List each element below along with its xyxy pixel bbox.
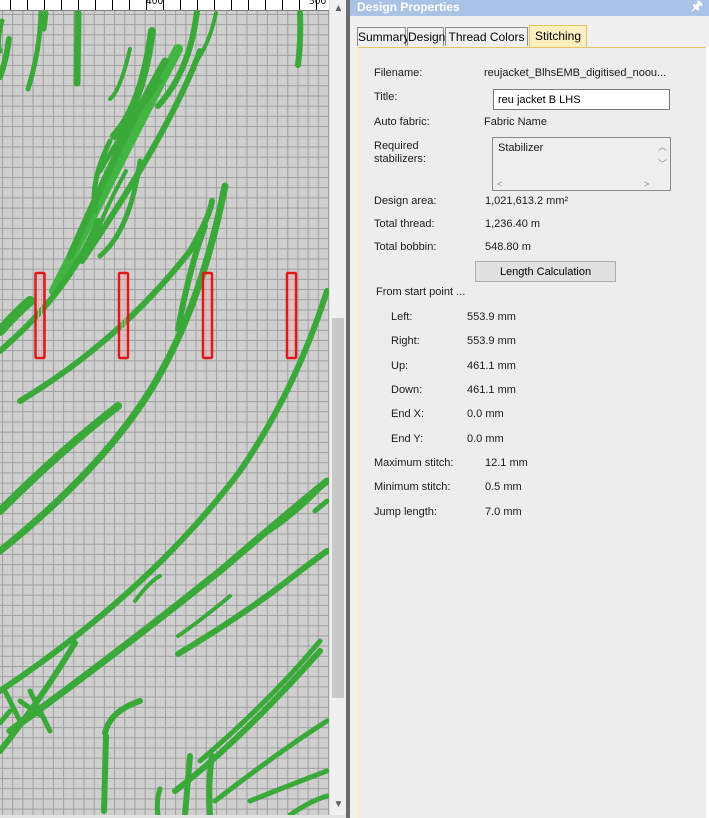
stitch-path — [0, 288, 329, 694]
stitch-path — [247, 768, 329, 804]
selected-object — [285, 271, 298, 360]
stitch-path — [312, 498, 329, 514]
end-x-label: End X: — [391, 408, 425, 420]
stitch-path — [0, 708, 13, 726]
stitch-path — [73, 11, 82, 87]
stitch-path — [154, 786, 163, 815]
chevron-up-icon[interactable]: ︿ — [658, 140, 667, 153]
ruler-tick — [231, 0, 232, 10]
ruler-tick — [27, 0, 28, 10]
end-y-value: 0.0 mm — [467, 433, 504, 445]
ruler-label: 400 — [146, 0, 164, 7]
required-stabilizers-label-line2: stabilizers: — [374, 153, 426, 165]
scroll-up-arrow-icon[interactable]: ▲ — [330, 0, 347, 17]
up-label: Up: — [391, 360, 409, 372]
ruler-tick — [10, 0, 11, 10]
ruler-tick — [282, 0, 283, 10]
chevron-right-icon[interactable]: > — [644, 179, 649, 189]
stitch-path — [102, 698, 143, 736]
total-bobbin-label: Total bobbin: — [374, 241, 437, 253]
end-y-label: End Y: — [391, 433, 424, 445]
right-value: 553.9 mm — [467, 335, 516, 347]
stitch-path — [0, 36, 12, 80]
design-properties-panel: Design Properties 🖈 Summary Design Threa… — [350, 0, 709, 818]
chevron-down-icon[interactable]: ﹀ — [658, 157, 667, 170]
design-canvas[interactable]: 400 500 ▲ ▼ — [0, 0, 348, 818]
embroidery-design[interactable] — [0, 11, 329, 815]
from-start-point-heading: From start point ... — [376, 286, 466, 298]
ruler-tick — [95, 0, 96, 10]
tab-summary[interactable]: Summary — [357, 27, 409, 46]
pin-icon[interactable]: 🖈 — [691, 0, 703, 13]
minimum-stitch-value: 0.5 mm — [485, 481, 522, 493]
tab-design[interactable]: Design — [407, 27, 445, 46]
horizontal-ruler: 400 500 — [0, 0, 329, 11]
ruler-tick — [61, 0, 62, 10]
maximum-stitch-value: 12.1 mm — [485, 457, 528, 469]
end-x-value: 0.0 mm — [467, 408, 504, 420]
stitch-path — [108, 47, 132, 101]
ruler-tick — [129, 0, 130, 10]
ruler-tick — [265, 0, 266, 10]
stitching-tab-content: Filename: reujacket_BlhsEMB_digitised_no… — [357, 47, 709, 818]
stitch-path — [0, 18, 5, 54]
required-stabilizers-label-line1: Required — [374, 140, 419, 152]
total-thread-value: 1,236.40 m — [485, 218, 541, 230]
design-area-value: 1,021,613.2 mm² — [485, 195, 569, 207]
ruler-tick — [112, 0, 113, 10]
minimum-stitch-label: Minimum stitch: — [374, 481, 451, 493]
stitch-path — [175, 548, 329, 657]
stitch-path — [101, 733, 109, 814]
tab-thread-colors[interactable]: Thread Colors — [445, 27, 528, 46]
ruler-tick — [299, 0, 300, 10]
chevron-left-icon[interactable]: < — [497, 179, 502, 189]
stitch-path — [295, 11, 304, 68]
auto-fabric-value: Fabric Name — [484, 116, 547, 128]
down-label: Down: — [391, 384, 423, 396]
selected-object — [117, 271, 130, 360]
stitch-path — [0, 640, 78, 754]
ruler-tick — [197, 0, 198, 10]
title-label: Title: — [374, 91, 398, 103]
tab-strip: Summary Design Thread Colors Stitching — [357, 25, 709, 47]
total-bobbin-value: 548.80 m — [485, 241, 531, 253]
stitch-path — [25, 11, 44, 92]
scroll-thumb[interactable] — [332, 318, 344, 698]
selected-object — [201, 271, 214, 360]
title-field[interactable] — [493, 89, 670, 110]
left-label: Left: — [391, 311, 413, 323]
stitch-path — [97, 78, 163, 174]
ruler-tick — [44, 0, 45, 10]
down-value: 461.1 mm — [467, 384, 516, 396]
panel-title: Design Properties — [357, 0, 460, 14]
ruler-tick — [248, 0, 249, 10]
jump-length-label: Jump length: — [374, 506, 437, 518]
stitch-path — [197, 638, 323, 764]
maximum-stitch-label: Maximum stitch: — [374, 457, 454, 469]
tab-stitching[interactable]: Stitching — [529, 25, 587, 47]
ruler-label: 500 — [309, 0, 327, 7]
scroll-down-arrow-icon[interactable]: ▼ — [330, 796, 347, 813]
stabilizer-item[interactable]: Stabilizer — [498, 142, 543, 154]
ruler-tick — [180, 0, 181, 10]
total-thread-label: Total thread: — [374, 218, 435, 230]
stitch-path — [287, 793, 329, 815]
selection-group — [34, 271, 298, 360]
filename-value: reujacket_BlhsEMB_digitised_noou... — [484, 67, 667, 79]
left-value: 553.9 mm — [467, 311, 516, 323]
jump-length-value: 7.0 mm — [485, 506, 522, 518]
stabilizer-list[interactable]: Stabilizer ︿ ﹀ < > — [492, 137, 671, 191]
design-area-label: Design area: — [374, 195, 437, 207]
ruler-tick — [214, 0, 215, 10]
up-value: 461.1 mm — [467, 360, 516, 372]
right-label: Right: — [391, 335, 420, 347]
panel-titlebar: Design Properties 🖈 — [350, 0, 709, 16]
auto-fabric-label: Auto fabric: — [374, 116, 430, 128]
length-calculation-button[interactable]: Length Calculation — [475, 261, 616, 282]
stitch-path — [41, 11, 49, 32]
filename-label: Filename: — [374, 67, 423, 79]
canvas-vertical-scrollbar[interactable]: ▲ ▼ — [329, 0, 347, 815]
ruler-tick — [78, 0, 79, 10]
